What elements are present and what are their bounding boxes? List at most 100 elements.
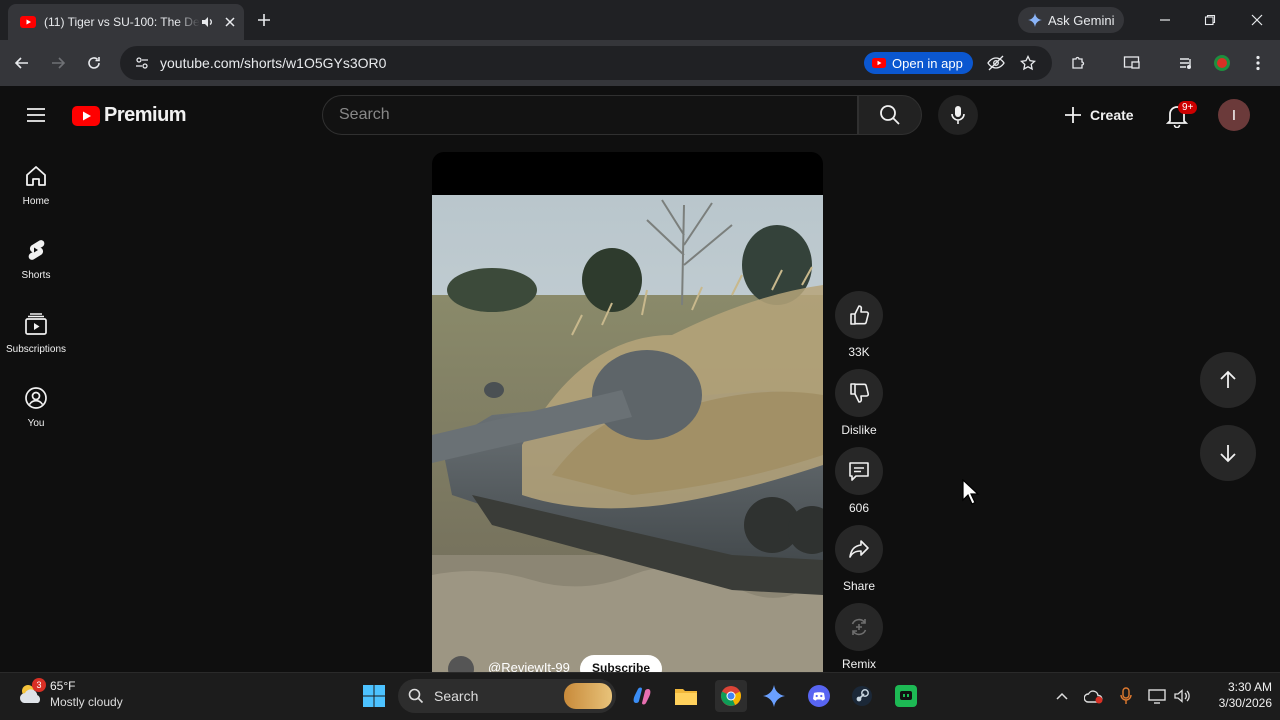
video-frame-tank [432, 195, 823, 672]
browser-menu-icon[interactable] [1244, 49, 1272, 77]
close-window-button[interactable] [1243, 6, 1271, 34]
copilot-icon [631, 685, 653, 707]
hide-eye-icon[interactable] [982, 49, 1010, 77]
chevron-up-icon [1056, 692, 1068, 700]
site-info-icon[interactable] [134, 55, 150, 71]
tab-close-icon[interactable] [224, 16, 236, 28]
taskbar-steam[interactable] [846, 680, 878, 712]
microphone-icon [950, 105, 966, 125]
open-in-app-label: Open in app [892, 55, 963, 71]
speaker-icon [1173, 688, 1191, 704]
sidebar-item-you[interactable]: You [0, 374, 72, 444]
guide-menu-icon[interactable] [22, 101, 50, 129]
like-action[interactable]: 33K [835, 291, 883, 359]
weather-badge: 3 [32, 678, 46, 692]
bookmark-star-icon[interactable] [1014, 49, 1042, 77]
create-label: Create [1090, 107, 1134, 123]
sidebar-item-label: You [27, 418, 45, 429]
comment-icon [848, 460, 870, 482]
remix-icon [848, 616, 870, 638]
taskbar-clock[interactable]: 3:30 AM 3/30/2026 [1196, 679, 1272, 711]
logo-text: Premium [104, 104, 187, 126]
shorts-icon [24, 238, 48, 262]
sidebar-item-shorts[interactable]: Shorts [0, 226, 72, 296]
taskbar-file-explorer[interactable] [670, 680, 702, 712]
voice-search-button[interactable] [938, 95, 978, 135]
profile-icon[interactable] [1208, 49, 1236, 77]
taskbar-app-green[interactable] [890, 680, 922, 712]
back-button[interactable] [8, 49, 36, 77]
cloud-error-icon [1084, 688, 1104, 704]
tray-microphone[interactable] [1110, 680, 1142, 712]
subscribe-button[interactable]: Subscribe [580, 655, 663, 672]
weather-temperature: 65°F [50, 679, 76, 693]
home-icon [24, 164, 48, 188]
youtube-small-icon [872, 58, 886, 68]
new-tab-button[interactable] [250, 6, 278, 34]
weather-description: Mostly cloudy [50, 695, 123, 709]
weather-widget[interactable]: 3 65°F Mostly cloudy [16, 678, 123, 710]
taskbar-gemini[interactable] [758, 680, 790, 712]
mouse-cursor-icon [962, 479, 980, 505]
notifications-button[interactable]: 9+ [1164, 101, 1198, 129]
search-highlight-image [564, 683, 612, 709]
share-label: Share [842, 579, 876, 593]
restore-button[interactable] [1196, 6, 1224, 34]
taskbar-copilot[interactable] [626, 680, 658, 712]
reload-button[interactable] [80, 49, 108, 77]
taskbar-chrome[interactable] [715, 680, 747, 712]
next-short-button[interactable] [1200, 425, 1256, 481]
taskbar-search[interactable]: Search [398, 679, 616, 713]
channel-name[interactable]: @ReviewIt-99 [488, 660, 570, 672]
discord-icon [807, 685, 831, 707]
comments-action[interactable]: 606 [835, 447, 883, 515]
share-arrow-icon [848, 538, 870, 560]
gemini-sparkle-icon [1028, 13, 1042, 27]
show-hidden-icons-button[interactable] [1046, 680, 1078, 712]
sidebar-item-subscriptions[interactable]: Subscriptions [0, 300, 72, 370]
share-button[interactable] [835, 525, 883, 573]
search-box[interactable] [322, 95, 858, 135]
taskbar-discord[interactable] [803, 680, 835, 712]
clock-time: 3:30 AM [1227, 680, 1272, 694]
short-video-player[interactable]: @ReviewIt-99 Subscribe [432, 152, 823, 672]
sidebar-item-home[interactable]: Home [0, 152, 72, 222]
taskbar-search-label: Search [434, 688, 479, 704]
create-button[interactable]: Create [1056, 96, 1142, 134]
forward-button[interactable] [44, 49, 72, 77]
minimize-button[interactable] [1151, 6, 1179, 34]
dislike-label: Dislike [841, 423, 877, 437]
like-button[interactable] [835, 291, 883, 339]
remix-action[interactable]: Remix [835, 603, 883, 671]
dislike-action[interactable]: Dislike [835, 369, 883, 437]
tray-network-status[interactable] [1078, 680, 1110, 712]
start-button[interactable] [358, 680, 390, 712]
windows-logo-icon [363, 685, 385, 707]
dislike-button[interactable] [835, 369, 883, 417]
open-in-app-button[interactable]: Open in app [864, 52, 973, 74]
notification-badge: 9+ [1178, 101, 1198, 114]
microphone-tray-icon [1120, 687, 1132, 705]
plus-icon [1064, 106, 1082, 124]
previous-short-button[interactable] [1200, 352, 1256, 408]
extensions-icon[interactable] [1064, 49, 1092, 77]
cast-screen-icon[interactable] [1118, 49, 1146, 77]
media-control-icon[interactable] [1172, 49, 1200, 77]
youtube-logo-icon [72, 105, 100, 126]
account-avatar[interactable]: I [1218, 99, 1250, 131]
remix-button[interactable] [835, 603, 883, 651]
ask-gemini-button[interactable]: Ask Gemini [1018, 7, 1125, 33]
tab-audio-icon[interactable] [200, 15, 214, 29]
thumbs-up-icon [848, 304, 870, 326]
search-input[interactable] [339, 106, 857, 124]
like-count: 33K [848, 345, 870, 359]
arrow-up-icon [1218, 370, 1238, 390]
browser-tab[interactable]: (11) Tiger vs SU-100: The Deadly Duel [8, 4, 244, 40]
share-action[interactable]: Share [835, 525, 883, 593]
search-button[interactable] [858, 95, 922, 135]
comments-button[interactable] [835, 447, 883, 495]
youtube-premium-logo[interactable]: Premium [72, 104, 187, 127]
you-icon [24, 386, 48, 410]
monitor-icon [1148, 688, 1166, 704]
tray-volume[interactable] [1166, 680, 1198, 712]
